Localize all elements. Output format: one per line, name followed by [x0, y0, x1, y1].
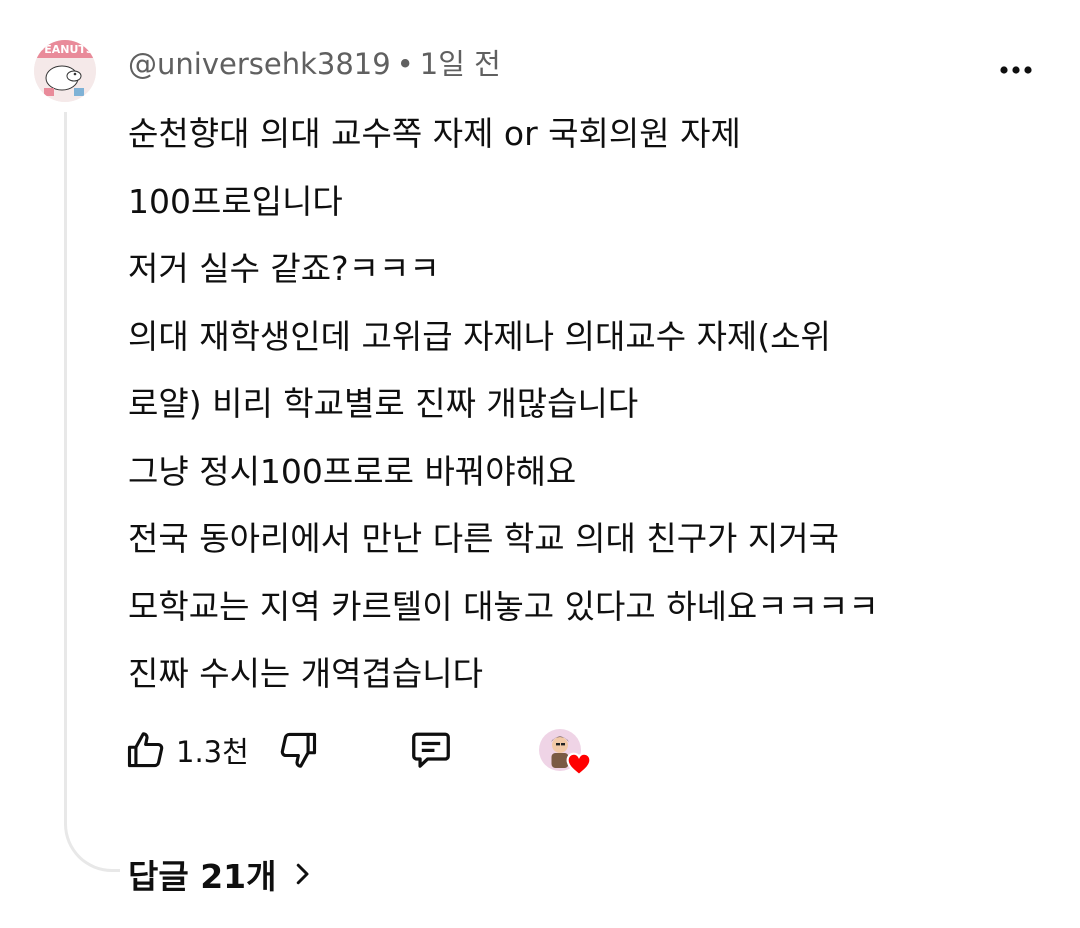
chevron-right-icon [296, 863, 308, 885]
creator-heart-badge [538, 728, 592, 778]
comment-timestamp[interactable]: 1일 전 [420, 47, 501, 81]
comment-line: 진짜 수시는 개역겹습니다 [128, 654, 483, 693]
more-options-button[interactable] [994, 52, 1038, 88]
comment-line: 그냥 정시100프로로 바꿔야해요 [128, 451, 577, 491]
comment-icon [412, 732, 450, 768]
comment-line: 순천향대 의대 교수쪽 자제 or 국회의원 자제 [128, 114, 741, 153]
thumbs-up-icon [127, 732, 164, 768]
reply-thread-line [64, 112, 120, 872]
comment-actions: 1.3천 [124, 722, 1024, 778]
author-name[interactable]: @universehk3819 [128, 47, 391, 81]
comment-line: 저거 실수 같죠?ㅋㅋㅋ [128, 249, 440, 288]
comment-line: 모학교는 지역 카르텔이 대놓고 있다고 하네요ㅋㅋㅋㅋ [128, 586, 879, 626]
like-button[interactable]: 1.3천 [124, 722, 249, 778]
comment-header: @universehk3819 • 1일 전 [128, 44, 501, 84]
header-separator: • [396, 47, 414, 81]
comment-line: 전국 동아리에서 만난 다른 학교 의대 친구가 지거국 [128, 519, 839, 558]
reply-button[interactable] [408, 722, 454, 778]
comment-text: 순천향대 의대 교수쪽 자제 or 국회의원 자제 100프로입니다 저거 실수… [128, 100, 1028, 708]
thumbs-down-icon [280, 732, 317, 768]
comment-line: 로얄) 비리 학교별로 진짜 개많습니다 [128, 384, 639, 423]
avatar-image: PEANUTS [34, 40, 96, 102]
heart-icon [566, 752, 592, 776]
replies-count-label: 답글 21개 [128, 857, 277, 896]
replies-toggle[interactable]: 답글 21개 [128, 850, 317, 898]
comment-line: 100프로입니다 [128, 181, 343, 221]
avatar[interactable]: PEANUTS [34, 40, 96, 102]
dislike-button[interactable] [276, 722, 320, 778]
comment-line: 의대 재학생인데 고위급 자제나 의대교수 자제(소위 [128, 316, 831, 356]
like-count: 1.3천 [176, 735, 249, 769]
more-vertical-icon [1000, 66, 1032, 74]
avatar-logo-text: PEANUTS [36, 43, 94, 56]
